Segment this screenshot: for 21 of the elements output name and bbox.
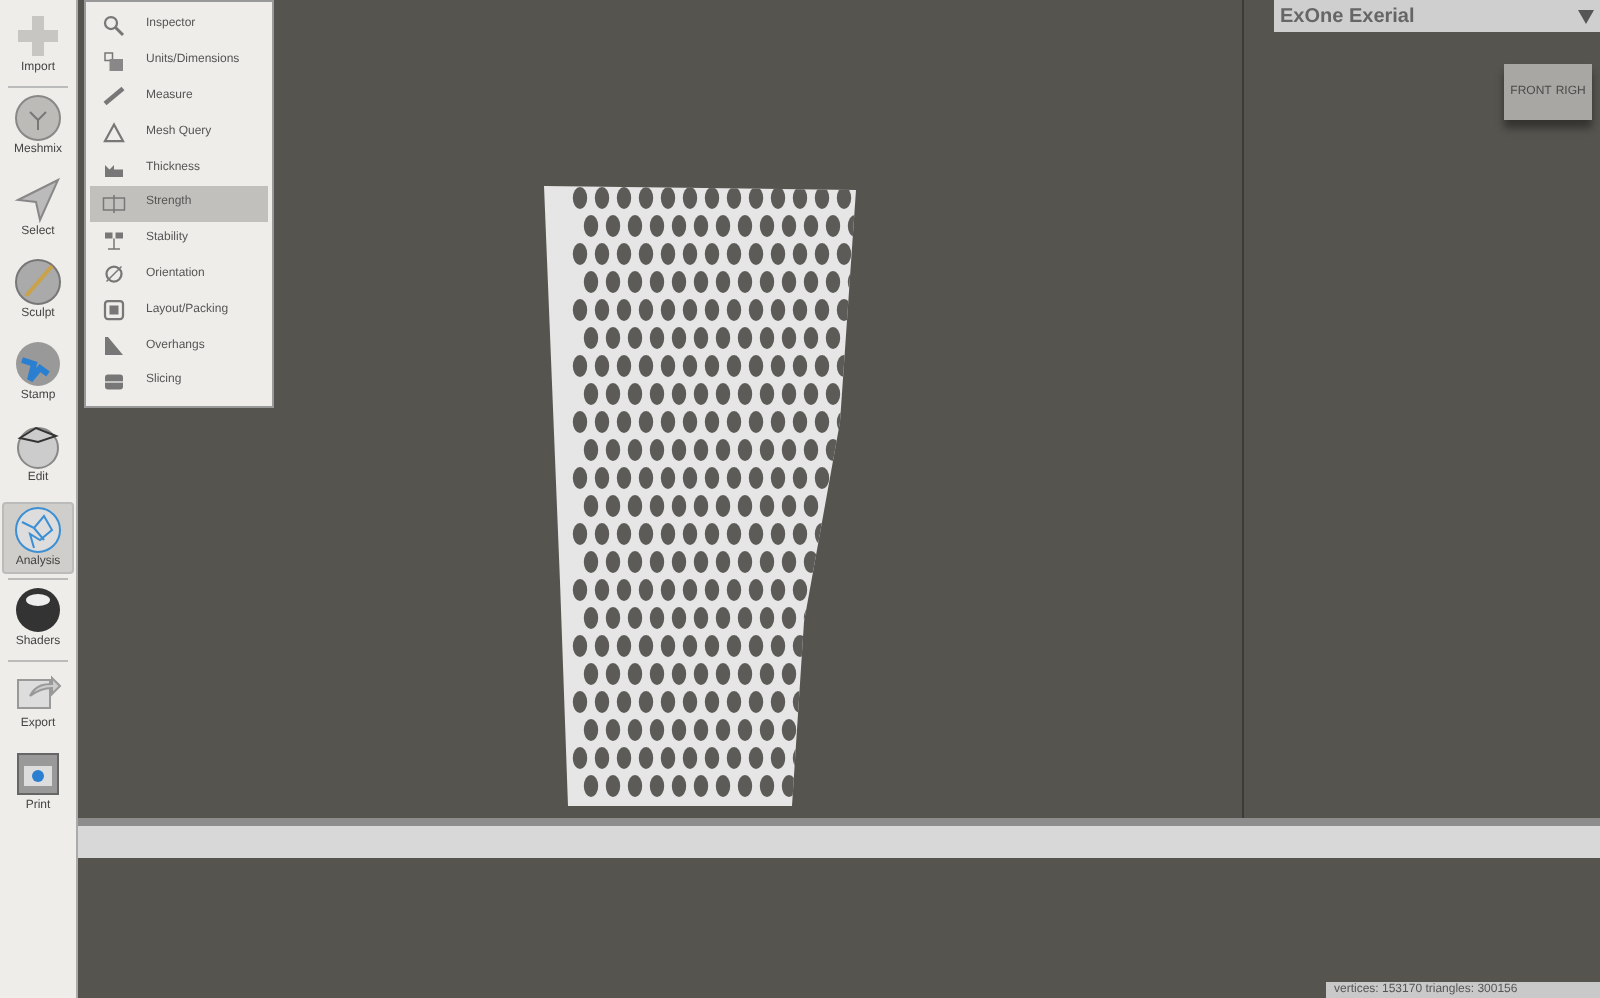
menu-item-icon xyxy=(102,298,126,323)
menu-item-icon xyxy=(102,262,126,287)
menu-item-icon xyxy=(102,84,126,109)
sphere-icon xyxy=(14,94,62,142)
mesh-sphere-icon xyxy=(14,422,62,470)
stamp-icon xyxy=(14,340,62,388)
printer-dropdown[interactable]: ExOne Exerial xyxy=(1274,0,1600,32)
brush-icon xyxy=(14,258,62,306)
menu-item-icon xyxy=(102,369,126,394)
printer-icon xyxy=(14,750,62,798)
menu-item-icon xyxy=(102,227,126,252)
plus-icon xyxy=(14,12,62,60)
menu-item-icon xyxy=(102,49,126,74)
arrow-icon xyxy=(14,176,62,224)
wireframe-sphere-icon xyxy=(14,506,62,554)
menu-item-icon xyxy=(102,13,126,38)
menu-item-icon xyxy=(102,120,126,145)
menu-item-icon xyxy=(102,334,126,359)
menu-item-icon xyxy=(102,191,126,216)
chrome-sphere-icon xyxy=(14,586,62,634)
dropdown-caret-icon xyxy=(1578,9,1594,23)
